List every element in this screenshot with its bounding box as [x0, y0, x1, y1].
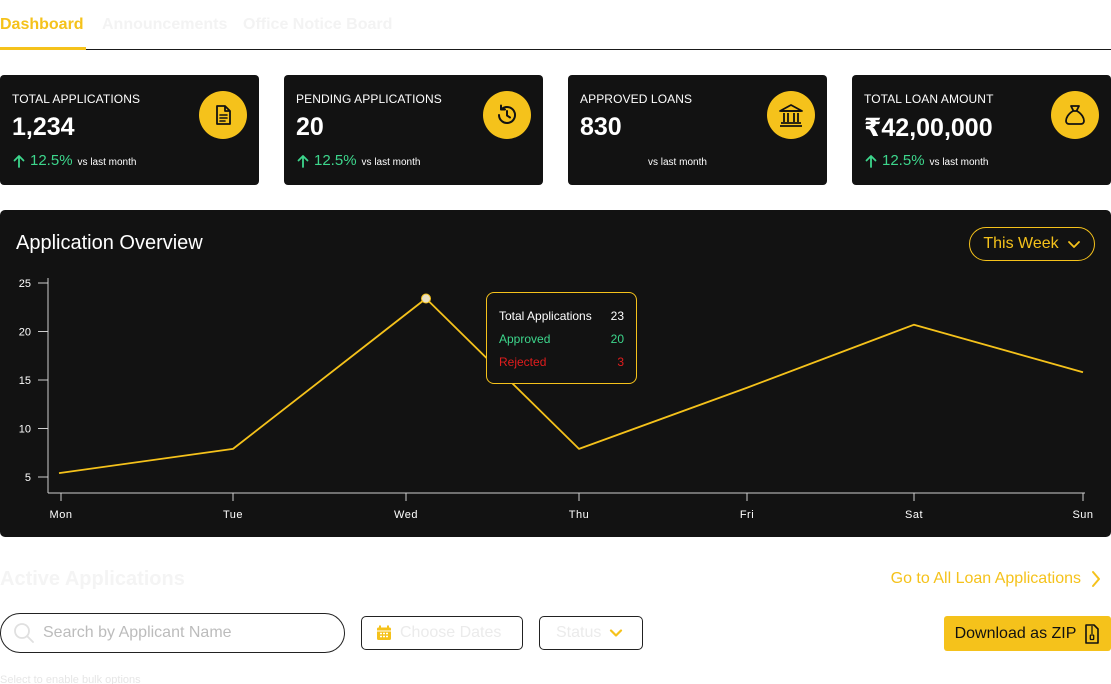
trend-note: vs last month — [361, 157, 421, 168]
y-tick-label: 25 — [19, 278, 31, 290]
calendar-icon — [377, 625, 391, 640]
active-tab-indicator — [0, 47, 86, 50]
card-title: TOTAL LOAN AMOUNT — [864, 92, 994, 106]
search-icon — [14, 623, 34, 643]
status-dropdown[interactable]: Status — [539, 616, 643, 650]
card-value: 1,234 — [12, 113, 75, 141]
choose-dates-button[interactable]: Choose Dates — [361, 616, 523, 650]
x-tick-label: Mon — [50, 509, 73, 521]
chevron-down-icon — [610, 629, 623, 637]
section-title-active-applications: Active Applications — [0, 568, 185, 590]
bank-icon — [767, 91, 815, 139]
chart-tooltip: Total Applications 23 Approved 20 Reject… — [486, 292, 637, 384]
tab-announcements[interactable]: Announcements — [102, 16, 227, 34]
search-field[interactable] — [0, 613, 345, 653]
tooltip-rejected-value: 3 — [617, 355, 624, 369]
tooltip-rejected-row: Rejected 3 — [499, 355, 624, 369]
tooltip-approved-value: 20 — [610, 332, 624, 346]
history-icon — [483, 91, 531, 139]
download-zip-button[interactable]: Download as ZIP — [944, 616, 1111, 651]
document-icon — [199, 91, 247, 139]
x-tick-label: Wed — [394, 509, 418, 521]
tab-dashboard[interactable]: Dashboard — [0, 16, 84, 34]
zip-file-icon — [1085, 623, 1100, 644]
stat-card-total-loan-amount: TOTAL LOAN AMOUNT ₹42,00,000 12.5% vs la… — [852, 75, 1111, 185]
trend-note: vs last month — [929, 157, 989, 168]
stat-card-pending-applications: PENDING APPLICATIONS 20 12.5% vs last mo… — [284, 75, 543, 185]
card-trend: 12.5% vs last month — [12, 152, 136, 169]
tooltip-total-label: Total Applications — [499, 309, 592, 323]
x-tick-label: Sun — [1072, 509, 1093, 521]
x-tick-label: Fri — [740, 509, 754, 521]
card-title: APPROVED LOANS — [580, 92, 693, 106]
status-label: Status — [556, 624, 602, 641]
card-title: TOTAL APPLICATIONS — [12, 92, 141, 106]
search-input[interactable] — [43, 624, 323, 642]
stat-card-approved-loans: APPROVED LOANS 830 vs last month — [568, 75, 827, 185]
tooltip-total-row: Total Applications 23 — [499, 309, 624, 323]
card-value: 20 — [296, 113, 324, 141]
tab-bar: Dashboard Announcements Office Notice Bo… — [0, 0, 1111, 50]
tooltip-total-value: 23 — [610, 309, 624, 323]
chevron-right-icon — [1092, 571, 1100, 587]
card-trend: 12.5% vs last month — [296, 152, 420, 169]
choose-dates-label: Choose Dates — [400, 624, 502, 641]
x-tick-label: Thu — [569, 509, 589, 521]
tab-office-notice-board[interactable]: Office Notice Board — [243, 16, 392, 34]
trend-note: vs last month — [648, 157, 707, 168]
y-tick-label: 10 — [19, 424, 31, 436]
card-trend: 12.5% vs last month — [864, 152, 988, 169]
tooltip-approved-row: Approved 20 — [499, 332, 624, 346]
x-tick-label: Sat — [905, 509, 923, 521]
card-value: ₹42,00,000 — [864, 114, 993, 142]
trend-percent: 12.5% — [882, 152, 925, 169]
trend-percent: 12.5% — [30, 152, 73, 169]
application-overview-panel: Application Overview This Week 5 10 15 20 25… — [0, 210, 1111, 537]
bulk-options-hint: Select to enable bulk options — [0, 674, 141, 684]
stat-card-total-applications: TOTAL APPLICATIONS 1,234 12.5% vs last m… — [0, 75, 259, 185]
arrow-up-icon — [865, 154, 877, 168]
y-tick-label: 5 — [25, 472, 31, 484]
card-title: PENDING APPLICATIONS — [296, 92, 442, 106]
arrow-up-icon — [13, 154, 25, 168]
trend-note: vs last month — [77, 157, 137, 168]
money-bag-icon — [1051, 91, 1099, 139]
x-tick-label: Tue — [223, 509, 243, 521]
y-tick-label: 15 — [19, 375, 31, 387]
card-value: 830 — [580, 113, 622, 141]
go-to-all-loan-applications-link[interactable]: Go to All Loan Applications — [891, 570, 1101, 588]
y-tick-label: 20 — [19, 327, 31, 339]
download-label: Download as ZIP — [954, 624, 1077, 642]
goto-label: Go to All Loan Applications — [890, 570, 1081, 587]
highlight-point — [421, 293, 431, 304]
tooltip-approved-label: Approved — [499, 332, 551, 346]
trend-percent: 12.5% — [314, 152, 357, 169]
tooltip-rejected-label: Rejected — [499, 355, 547, 369]
arrow-up-icon — [297, 154, 309, 168]
